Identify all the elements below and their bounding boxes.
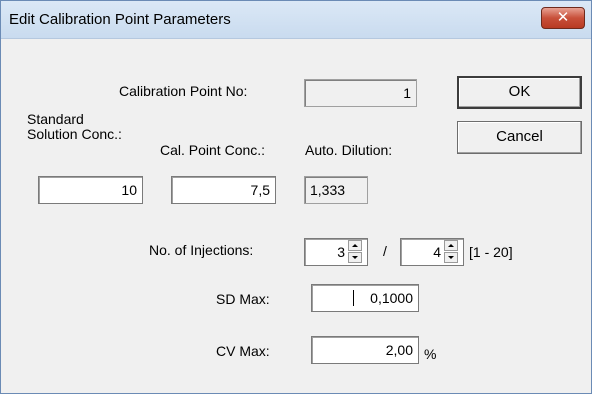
spin-down-arrow-icon[interactable] xyxy=(444,252,458,263)
close-button[interactable]: ✕ xyxy=(541,7,585,29)
spin-up-arrow-icon[interactable] xyxy=(348,240,362,251)
injections-max-spinner[interactable] xyxy=(444,240,458,264)
dialog-title: Edit Calibration Point Parameters xyxy=(9,11,231,28)
calibration-point-no-field: 1 xyxy=(304,79,417,107)
standard-solution-conc-input[interactable]: 10 xyxy=(38,176,143,204)
ok-button[interactable]: OK xyxy=(457,76,582,109)
cancel-button[interactable]: Cancel xyxy=(457,121,582,154)
cal-point-conc-input[interactable]: 7,5 xyxy=(171,176,276,204)
auto-dilution-label: Auto. Dilution: xyxy=(305,142,393,158)
percent-unit-label: % xyxy=(424,346,437,362)
spin-down-arrow-icon[interactable] xyxy=(348,252,362,263)
cv-max-label: CV Max: xyxy=(216,343,270,359)
injections-range-hint: [1 - 20] xyxy=(469,244,513,260)
spin-up-arrow-icon[interactable] xyxy=(444,240,458,251)
sd-max-label: SD Max: xyxy=(216,291,270,307)
auto-dilution-field: 1,333 xyxy=(304,176,368,204)
cal-point-conc-label: Cal. Point Conc.: xyxy=(160,142,266,158)
close-icon: ✕ xyxy=(556,9,570,26)
standard-solution-conc-label: Standard Solution Conc.: xyxy=(27,111,122,142)
title-bar[interactable]: Edit Calibration Point Parameters ✕ xyxy=(1,1,591,39)
injections-separator: / xyxy=(383,243,387,259)
calibration-point-no-label: Calibration Point No: xyxy=(119,83,248,99)
no-of-injections-label: No. of Injections: xyxy=(149,242,254,258)
sd-max-input[interactable]: 0,1000 xyxy=(311,284,419,312)
dialog-body: Calibration Point No: 1 OK Cancel Standa… xyxy=(8,39,584,387)
text-caret xyxy=(353,290,354,306)
cv-max-input[interactable]: 2,00 xyxy=(311,336,419,364)
injections-min-spinner[interactable] xyxy=(348,240,362,264)
dialog-window: Edit Calibration Point Parameters ✕ Cali… xyxy=(0,0,592,394)
